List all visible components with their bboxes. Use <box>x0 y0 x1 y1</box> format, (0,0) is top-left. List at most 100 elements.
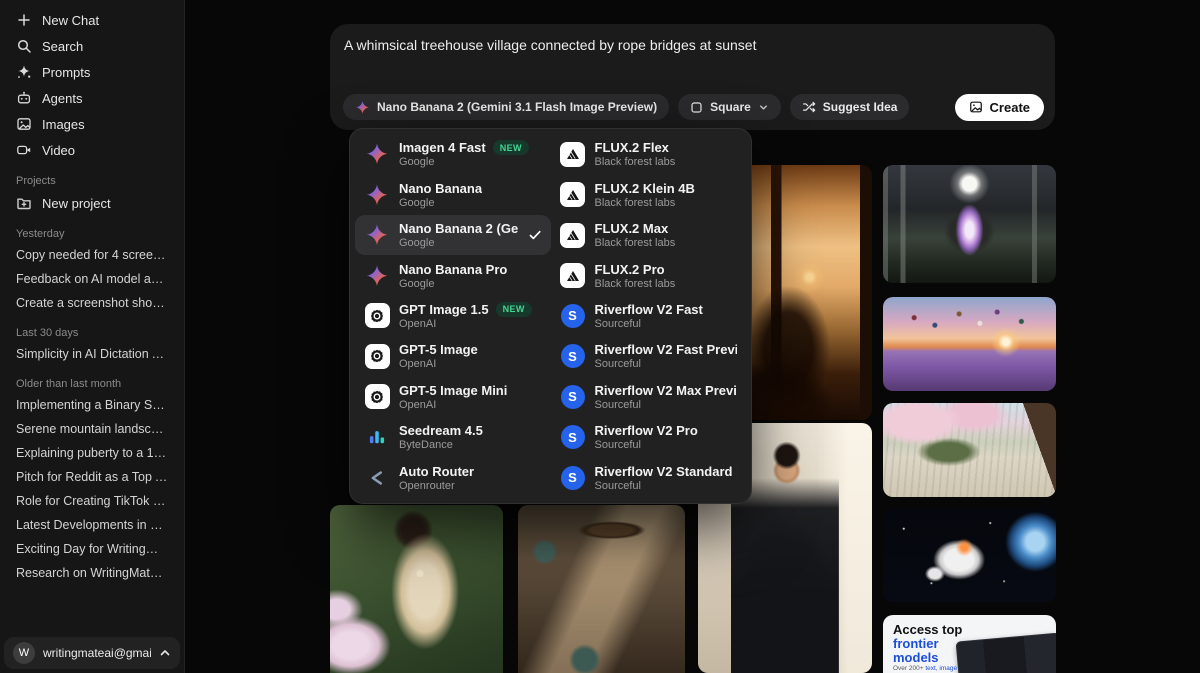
history-item[interactable]: Research on WritingMate.ai <box>0 561 184 585</box>
model-option-nano-banana[interactable]: Nano BananaGoogle <box>355 174 551 214</box>
model-name: Nano Banana 2 (Gemini 3.1... <box>399 221 519 236</box>
sidebar-item-label: Search <box>42 39 83 54</box>
search-icon <box>16 38 32 54</box>
model-name: Riverflow V2 Fast Preview <box>595 342 738 357</box>
history-item[interactable]: Implementing a Binary Searc... <box>0 393 184 417</box>
sparkle-icon <box>16 64 32 80</box>
history-section-label: Last 30 days <box>0 315 184 342</box>
folder-plus-icon <box>16 195 32 211</box>
sidebar-item-agents[interactable]: Agents <box>8 85 176 111</box>
history-item[interactable]: Create a screenshot showca... <box>0 291 184 315</box>
model-name: Riverflow V2 Standard Preview <box>595 464 738 479</box>
openrouter-icon <box>364 465 390 491</box>
model-name: GPT-5 Image Mini <box>399 383 507 398</box>
plus-icon <box>16 12 32 28</box>
model-option-flux-2-pro[interactable]: FLUX.2 ProBlack forest labs <box>551 255 747 295</box>
history-item[interactable]: Role for Creating TikTok Vide... <box>0 489 184 513</box>
suggest-idea-button[interactable]: Suggest Idea <box>790 94 910 120</box>
projects-section-label: Projects <box>0 163 184 190</box>
new-badge: NEW <box>493 140 529 155</box>
model-option-riverflow-v2-fast-preview[interactable]: SRiverflow V2 Fast PreviewSourceful <box>551 336 747 376</box>
model-option-riverflow-v2-fast[interactable]: SRiverflow V2 FastSourceful <box>551 296 747 336</box>
model-provider: Black forest labs <box>595 237 676 249</box>
model-provider: Google <box>399 197 482 209</box>
flux-triangle-icon <box>560 182 586 208</box>
gallery-image-lavender[interactable] <box>883 297 1056 391</box>
app-window: New Chat Search PromptsAgents Images Video P… <box>0 0 1200 673</box>
gemini-star-icon <box>364 141 390 167</box>
model-name: FLUX.2 Max <box>595 221 676 236</box>
sourceful-icon: S <box>560 303 586 329</box>
flux-triangle-icon <box>560 263 586 289</box>
model-option-nano-banana-pro[interactable]: Nano Banana ProGoogle <box>355 255 551 295</box>
sourceful-icon: S <box>560 424 586 450</box>
sidebar-nav: New Chat Search PromptsAgents Images Video <box>0 0 184 163</box>
sidebar-item-video[interactable]: Video <box>8 137 176 163</box>
history-item[interactable]: Explaining puberty to a 10-y... <box>0 441 184 465</box>
history-item[interactable]: Serene mountain landscape ... <box>0 417 184 441</box>
model-option-seedream-4-5[interactable]: Seedream 4.5ByteDance <box>355 417 551 457</box>
model-dropdown-menu: Imagen 4 FastNEWGoogleNano BananaGoogleN… <box>349 128 752 504</box>
model-option-gpt-image-1-5[interactable]: GPT Image 1.5NEWOpenAI <box>355 296 551 336</box>
model-option-imagen-4-fast[interactable]: Imagen 4 FastNEWGoogle <box>355 134 551 174</box>
sidebar-item-label: Video <box>42 143 75 158</box>
sidebar-item-new-project[interactable]: New project <box>8 190 176 216</box>
sidebar-item-images[interactable]: Images <box>8 111 176 137</box>
model-selector-button[interactable]: Nano Banana 2 (Gemini 3.1 Flash Image Pr… <box>343 94 669 120</box>
gallery-image-steampunk[interactable] <box>518 505 685 673</box>
robot-icon <box>16 90 32 106</box>
model-provider: Sourceful <box>595 439 698 451</box>
model-option-gpt-5-image-mini[interactable]: GPT-5 Image MiniOpenAI <box>355 377 551 417</box>
model-provider: OpenAI <box>399 358 478 370</box>
history-item[interactable]: Latest Developments in Rene... <box>0 513 184 537</box>
suggest-idea-label: Suggest Idea <box>823 100 898 114</box>
prompt-input[interactable]: A whimsical treehouse village connected … <box>344 37 1041 53</box>
create-button[interactable]: Create <box>955 94 1044 121</box>
gallery-image-portal[interactable] <box>883 165 1056 283</box>
new-badge: NEW <box>496 302 532 317</box>
model-menu-column-right: FLUX.2 FlexBlack forest labsFLUX.2 Klein… <box>551 134 747 498</box>
account-menu-button[interactable]: W writingmateai@gmail.c... <box>4 637 180 669</box>
model-name: FLUX.2 Flex <box>595 140 676 155</box>
model-name: GPT Image 1.5NEW <box>399 302 532 317</box>
model-option-gpt-5-image[interactable]: GPT-5 ImageOpenAI <box>355 336 551 376</box>
chat-history: YesterdayCopy needed for 4 screensh...Fe… <box>0 216 184 585</box>
flux-triangle-icon <box>560 141 586 167</box>
gallery-image-astronaut[interactable] <box>883 508 1056 602</box>
sidebar-item-new-chat[interactable]: New Chat <box>8 7 176 33</box>
sidebar: New Chat Search PromptsAgents Images Video P… <box>0 0 185 673</box>
model-option-riverflow-v2-max-preview[interactable]: SRiverflow V2 Max PreviewSourceful <box>551 377 747 417</box>
gemini-star-icon <box>355 100 370 115</box>
chevron-up-icon <box>159 647 171 659</box>
model-option-auto-router[interactable]: Auto RouterOpenrouter <box>355 458 551 498</box>
sidebar-item-label: Images <box>42 117 85 132</box>
model-provider: Google <box>399 237 519 249</box>
aspect-ratio-label: Square <box>710 100 751 114</box>
composer-toolbar: Nano Banana 2 (Gemini 3.1 Flash Image Pr… <box>343 94 1044 120</box>
model-option-flux-2-flex[interactable]: FLUX.2 FlexBlack forest labs <box>551 134 747 174</box>
history-item[interactable]: Copy needed for 4 screensh... <box>0 243 184 267</box>
history-item[interactable]: Simplicity in AI Dictation App... <box>0 342 184 366</box>
gallery-image-woman[interactable] <box>330 505 503 673</box>
video-icon <box>16 142 32 158</box>
model-option-riverflow-v2-pro[interactable]: SRiverflow V2 ProSourceful <box>551 417 747 457</box>
model-provider: Sourceful <box>595 480 738 492</box>
model-name: FLUX.2 Klein 4B <box>595 181 695 196</box>
sidebar-item-prompts[interactable]: Prompts <box>8 59 176 85</box>
promo-card-frontier-models[interactable]: Access top frontier models Over 200+ tex… <box>883 615 1056 673</box>
history-item[interactable]: Pitch for Reddit as a Top AI S... <box>0 465 184 489</box>
model-option-flux-2-klein-4b[interactable]: FLUX.2 Klein 4BBlack forest labs <box>551 174 747 214</box>
model-option-nano-banana-2-gemini-3-1[interactable]: Nano Banana 2 (Gemini 3.1...Google <box>355 215 551 255</box>
model-option-flux-2-max[interactable]: FLUX.2 MaxBlack forest labs <box>551 215 747 255</box>
history-item[interactable]: Feedback on AI model acces... <box>0 267 184 291</box>
gallery-image-zen[interactable] <box>883 403 1056 497</box>
sourceful-icon: S <box>560 465 586 491</box>
history-item[interactable]: Exciting Day for Writingmate ... <box>0 537 184 561</box>
model-provider: OpenAI <box>399 318 532 330</box>
sidebar-item-search[interactable]: Search <box>8 33 176 59</box>
create-label: Create <box>990 100 1030 115</box>
model-option-riverflow-v2-standard-preview[interactable]: S Riverflow V2 Standard PreviewSourceful <box>551 458 747 498</box>
model-name: GPT-5 Image <box>399 342 478 357</box>
aspect-ratio-button[interactable]: Square <box>678 94 781 120</box>
gemini-star-icon <box>364 182 390 208</box>
